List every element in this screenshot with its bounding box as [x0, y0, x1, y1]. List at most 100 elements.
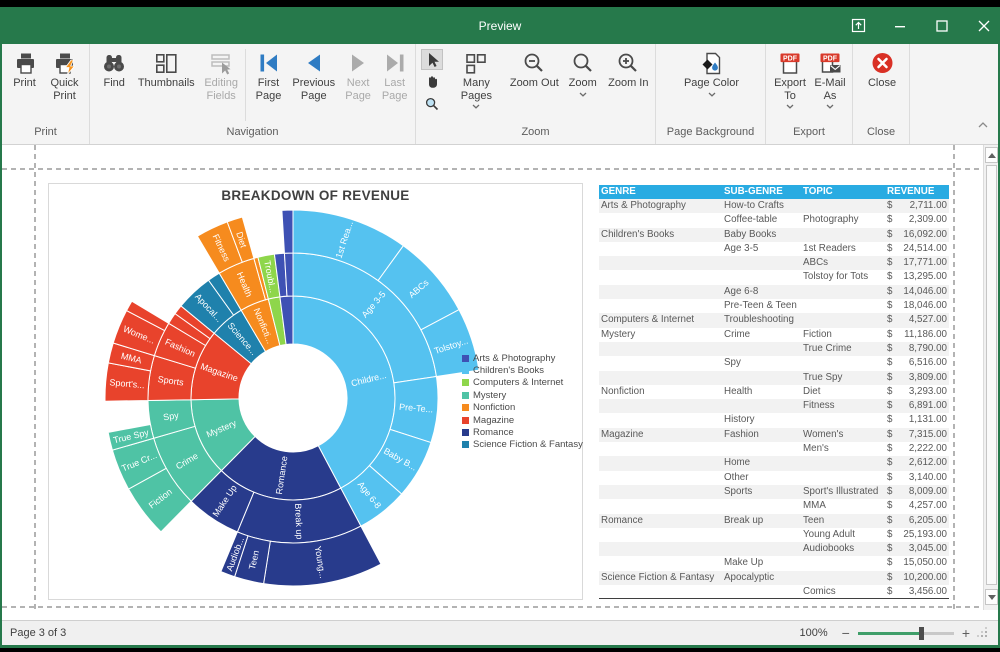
table-cell-revenue: $16,092.00 — [885, 228, 949, 242]
svg-text:PDF: PDF — [783, 55, 798, 62]
table-cell-revenue: $13,295.00 — [885, 270, 949, 284]
table-cell: True Crime — [801, 342, 885, 356]
legend-label: Nonfiction — [473, 402, 515, 413]
page-indicator: Page 3 of 3 — [10, 621, 66, 645]
table-cell — [801, 456, 885, 470]
previous-page-button[interactable]: Previous Page — [288, 47, 340, 102]
legend-item: Mystery — [462, 389, 583, 401]
editing-fields-button[interactable]: Editing Fields — [198, 47, 244, 102]
preview-window: Preview Print — [0, 7, 1000, 648]
pointer-tool-button[interactable] — [421, 49, 443, 70]
next-page-button[interactable]: Next Page — [340, 47, 377, 102]
table-cell — [722, 270, 801, 284]
ribbon-toolbar: Print Quick Print Print Find Thumbnails — [2, 44, 998, 145]
revenue-table: GENRE SUB-GENRE TOPIC REVENUE Arts & Pho… — [599, 185, 949, 599]
table-row: Computers & InternetTroubleshooting$4,52… — [599, 313, 949, 327]
pdf-export-icon: PDF — [778, 51, 803, 76]
page-color-icon — [699, 51, 725, 76]
table-cell — [722, 342, 801, 356]
thumbnails-label: Thumbnails — [138, 77, 195, 90]
many-pages-button[interactable]: Many Pages — [446, 47, 507, 110]
table-cell-revenue: $7,315.00 — [885, 428, 949, 442]
table-row: NonfictionHealthDiet$3,293.00 — [599, 385, 949, 399]
table-cell — [599, 542, 722, 556]
page-margin-left-dashed — [34, 145, 36, 610]
hand-tool-button[interactable] — [421, 71, 443, 92]
last-page-icon — [382, 51, 408, 76]
table-cell: Make Up — [722, 556, 801, 570]
table-cell: Age 6-8 — [722, 285, 801, 299]
legend-item: Romance — [462, 426, 583, 438]
previous-page-icon — [301, 51, 327, 76]
scroll-down-button[interactable] — [985, 589, 998, 605]
page-color-button[interactable]: Page Color — [677, 47, 747, 98]
zoom-minus-button[interactable]: − — [842, 622, 850, 644]
svg-text:PDF: PDF — [823, 55, 838, 62]
resize-grip[interactable] — [978, 626, 988, 640]
vertical-scrollbar[interactable] — [983, 145, 998, 610]
zoom-slider-thumb[interactable] — [919, 627, 924, 640]
table-cell — [722, 585, 801, 598]
table-cell: Sport's Illustrated — [801, 485, 885, 499]
zoom-in-button[interactable]: Zoom In — [604, 47, 653, 90]
table-cell-revenue: $10,200.00 — [885, 571, 949, 585]
table-cell-revenue: $17,771.00 — [885, 256, 949, 270]
editing-fields-label: Editing Fields — [198, 77, 244, 102]
legend-swatch — [462, 429, 469, 436]
email-as-label: E-Mail As — [810, 77, 850, 102]
zoom-out-button[interactable]: Zoom Out — [507, 47, 562, 90]
table-cell: Other — [722, 471, 801, 485]
email-as-button[interactable]: PDF E-Mail As — [810, 47, 850, 110]
close-window-button[interactable] — [976, 18, 992, 34]
maximize-button[interactable] — [934, 18, 950, 34]
zoom-plus-button[interactable]: + — [962, 622, 970, 644]
last-page-button[interactable]: Last Page — [376, 47, 413, 102]
table-cell: Children's Books — [599, 228, 722, 242]
find-button[interactable]: Find — [94, 47, 134, 90]
first-page-button[interactable]: First Page — [249, 47, 288, 102]
scroll-up-button[interactable] — [985, 147, 998, 163]
titlebar: Preview — [0, 7, 1000, 44]
sunburst-segment — [282, 210, 293, 253]
close-preview-button[interactable]: Close — [860, 47, 904, 90]
print-button[interactable]: Print — [6, 47, 43, 90]
table-row: Other$3,140.00 — [599, 471, 949, 485]
ribbon-collapse-icon[interactable] — [978, 122, 988, 128]
table-row: Tolstoy for Tots$13,295.00 — [599, 270, 949, 284]
quick-print-button[interactable]: Quick Print — [43, 47, 86, 102]
table-cell-revenue: $3,045.00 — [885, 542, 949, 556]
table-header-row: GENRE SUB-GENRE TOPIC REVENUE — [599, 185, 949, 199]
chevron-down-icon — [708, 92, 716, 97]
previous-page-label: Previous Page — [288, 77, 340, 102]
zoom-button[interactable]: Zoom — [562, 47, 604, 98]
minimize-button[interactable] — [892, 18, 908, 34]
thumbnails-button[interactable]: Thumbnails — [134, 47, 198, 90]
find-label: Find — [104, 77, 125, 90]
page-margin-right-dashed — [953, 145, 955, 610]
table-cell: Pre-Teen & Teen — [722, 299, 801, 313]
table-cell: Teen — [801, 514, 885, 528]
vertical-scroll-thumb[interactable] — [986, 165, 997, 585]
float-window-icon[interactable] — [850, 18, 866, 34]
next-page-icon — [345, 51, 371, 76]
zoom-slider[interactable] — [858, 632, 954, 635]
page-color-label: Page Color — [684, 77, 739, 90]
table-cell: True Spy — [801, 371, 885, 385]
table-cell — [801, 313, 885, 327]
table-row: Age 6-8$14,046.00 — [599, 285, 949, 299]
table-cell: Science Fiction & Fantasy — [599, 571, 722, 585]
magnifier-tool-button[interactable] — [421, 93, 443, 114]
table-cell — [801, 299, 885, 313]
table-cell — [599, 213, 722, 227]
page-margin-top-dashed — [2, 168, 984, 170]
table-cell — [722, 528, 801, 542]
table-row: True Spy$3,809.00 — [599, 371, 949, 385]
legend-swatch — [462, 392, 469, 399]
legend-item: Nonfiction — [462, 402, 583, 414]
table-row: Home$2,612.00 — [599, 456, 949, 470]
table-cell — [722, 371, 801, 385]
export-to-button[interactable]: PDF Export To — [770, 47, 810, 110]
group-label-zoom: Zoom — [416, 123, 655, 143]
table-cell — [599, 556, 722, 570]
table-cell: 1st Readers — [801, 242, 885, 256]
